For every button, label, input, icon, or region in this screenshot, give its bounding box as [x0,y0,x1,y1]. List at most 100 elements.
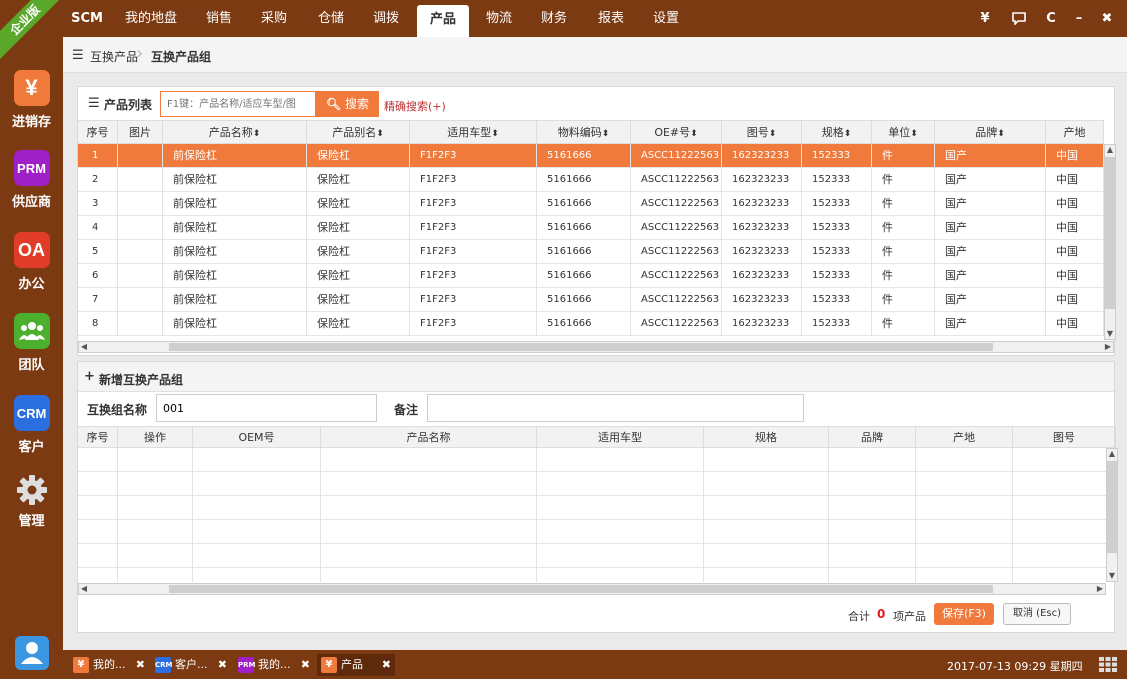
scroll-up-icon[interactable]: ▲ [1107,449,1117,459]
sidebar-item-label: 团队 [18,358,45,373]
scroll-right-icon[interactable]: ▶ [1103,342,1113,352]
breadcrumb: ☰ 互换产品 › 互换产品组 [63,37,1127,73]
table-cell [118,288,163,312]
column-header[interactable]: OE#号⬍ [631,121,722,145]
search-button[interactable]: 🔍︎ 搜索 [316,91,379,117]
table-row[interactable]: 1 前保险杠 保险杠 F1F2F3 5161666 ASCC11222563 1623232… [78,144,1104,168]
table-cell [704,472,829,496]
table-row[interactable]: 2 前保险杠 保险杠 F1F2F3 5161666 ASCC11222563 1623232… [78,168,1104,192]
column-header[interactable]: 单位⬍ [872,121,935,145]
column-header[interactable]: 产品名称⬍ [163,121,307,145]
product-table-horizontal-scrollbar[interactable]: ◀ ▶ [78,341,1114,353]
table-row[interactable] [78,496,1106,520]
table-cell: 5161666 [537,216,631,240]
table-row[interactable] [78,520,1106,544]
sidebar-item-team[interactable]: 团队 [0,313,63,373]
group-table-horizontal-scrollbar[interactable]: ◀ ▶ [78,583,1106,595]
column-header[interactable]: 产品别名⬍ [307,121,410,145]
total-label: 合计 [848,610,870,623]
nav-purchase[interactable]: 采购 [254,0,294,37]
sidebar-item-customer[interactable]: CRM 客户 [0,395,63,455]
scroll-thumb[interactable] [169,585,993,593]
scroll-down-icon[interactable]: ▼ [1107,571,1117,581]
group-table-vertical-scrollbar[interactable]: ▲ ▼ [1106,448,1118,582]
column-header: OEM号 [193,427,321,449]
table-row[interactable] [78,568,1106,582]
table-row[interactable]: 3 前保险杠 保险杠 F1F2F3 5161666 ASCC11222563 1623232… [78,192,1104,216]
sort-icon[interactable]: ⬍ [910,129,918,139]
close-icon[interactable]: ✖ [301,654,310,676]
column-header[interactable]: 图号⬍ [722,121,802,145]
scroll-thumb[interactable] [1105,157,1115,309]
nav-reports[interactable]: 报表 [591,0,631,37]
column-header[interactable]: 品牌⬍ [935,121,1046,145]
yen-icon: ¥ [321,657,337,673]
sidebar-item-label: 进销存 [11,115,51,130]
close-icon[interactable]: ✖ [218,654,227,676]
scroll-down-icon[interactable]: ▼ [1105,329,1115,339]
scroll-left-icon[interactable]: ◀ [79,342,89,352]
scroll-thumb[interactable] [169,343,993,351]
close-icon[interactable]: ✖ [382,654,391,676]
breadcrumb-item-exchange-product[interactable]: 互换产品 [90,48,138,65]
task-tab-customer[interactable]: CRM 客户... ✖ [151,654,229,676]
table-row[interactable] [78,448,1106,472]
table-row[interactable]: 8 前保险杠 保险杠 F1F2F3 5161666 ASCC11222563 1623232… [78,312,1104,336]
scroll-right-icon[interactable]: ▶ [1095,584,1105,594]
refresh-icon[interactable]: C [1041,0,1061,37]
nav-warehouse[interactable]: 仓储 [311,0,351,37]
close-icon[interactable]: ✖ [1097,0,1117,37]
cancel-button[interactable]: 取消 (Esc) [1003,603,1071,625]
minimize-icon[interactable]: – [1069,0,1089,37]
scroll-thumb[interactable] [1107,461,1117,553]
grid-menu-icon[interactable] [1099,657,1117,672]
table-row[interactable]: 5 前保险杠 保险杠 F1F2F3 5161666 ASCC11222563 1623232… [78,240,1104,264]
table-row[interactable]: 6 前保险杠 保险杠 F1F2F3 5161666 ASCC11222563 1623232… [78,264,1104,288]
product-search-input[interactable] [160,91,316,117]
table-row[interactable] [78,472,1106,496]
message-icon[interactable] [1009,0,1029,37]
sidebar-item-supplier[interactable]: PRM 供应商 [0,150,63,210]
task-tab-supplier[interactable]: PRM 我的... ✖ [234,654,312,676]
nav-my-desk[interactable]: 我的地盘 [119,0,183,37]
nav-finance[interactable]: 财务 [534,0,574,37]
column-header: 图号 [1013,427,1116,449]
task-tab-product[interactable]: ¥ 产品 ✖ [317,654,395,676]
table-cell [1013,472,1106,496]
sort-icon[interactable]: ⬍ [491,129,499,139]
nav-settings[interactable]: 设置 [646,0,686,37]
save-button[interactable]: 保存(F3) [934,603,994,625]
sidebar-item-inventory[interactable]: ¥ 进销存 [0,70,63,130]
sort-icon[interactable]: ⬍ [690,129,698,139]
advanced-search-link[interactable]: 精确搜索(+) [384,98,446,114]
sidebar-item-office[interactable]: OA 办公 [0,232,63,292]
nav-sales[interactable]: 销售 [199,0,239,37]
nav-product[interactable]: 产品 [417,5,469,37]
sort-icon[interactable]: ⬍ [376,129,384,139]
menu-list-icon[interactable]: ☰ [72,48,84,63]
remark-input[interactable] [427,394,804,422]
table-row[interactable] [78,544,1106,568]
scroll-left-icon[interactable]: ◀ [79,584,89,594]
sort-icon[interactable]: ⬍ [253,129,261,139]
sidebar-item-manage[interactable]: 管理 [0,472,63,529]
sort-icon[interactable]: ⬍ [997,129,1005,139]
nav-transfer[interactable]: 调拨 [366,0,406,37]
table-row[interactable]: 4 前保险杠 保险杠 F1F2F3 5161666 ASCC11222563 1623232… [78,216,1104,240]
yen-icon[interactable]: ¥ [975,0,995,37]
sort-icon[interactable]: ⬍ [844,129,852,139]
product-table-vertical-scrollbar[interactable]: ▲ ▼ [1104,144,1116,340]
table-cell: 5161666 [537,192,631,216]
close-icon[interactable]: ✖ [136,654,145,676]
table-row[interactable]: 7 前保险杠 保险杠 F1F2F3 5161666 ASCC11222563 1623232… [78,288,1104,312]
column-header[interactable]: 适用车型⬍ [410,121,537,145]
column-header[interactable]: 物料编码⬍ [537,121,631,145]
scroll-up-icon[interactable]: ▲ [1105,145,1115,155]
sort-icon[interactable]: ⬍ [602,129,610,139]
task-tab-my-desk[interactable]: ¥ 我的... ✖ [69,654,147,676]
group-name-input[interactable] [156,394,377,422]
column-header[interactable]: 规格⬍ [802,121,872,145]
sort-icon[interactable]: ⬍ [769,129,777,139]
nav-logistics[interactable]: 物流 [479,0,519,37]
user-avatar-icon[interactable] [15,636,49,670]
